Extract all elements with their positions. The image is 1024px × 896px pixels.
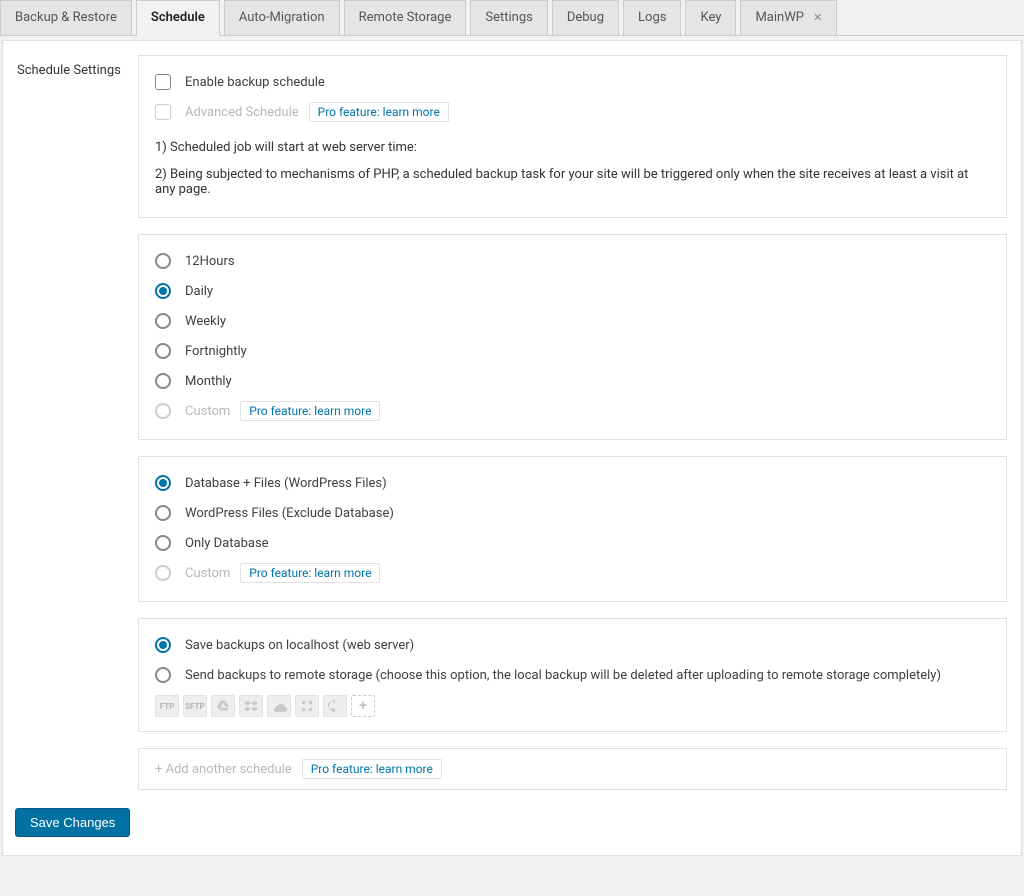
amazons3-icon[interactable]	[295, 695, 319, 717]
section-title: Schedule Settings	[3, 41, 138, 78]
close-icon[interactable]: ✕	[813, 11, 822, 24]
tab-bar: Backup & Restore Schedule Auto-Migration…	[0, 0, 1024, 36]
advanced-schedule-pro-link[interactable]: Pro feature: learn more	[309, 102, 449, 122]
tab-settings[interactable]: Settings	[470, 0, 547, 35]
frequency-monthly-label: Monthly	[185, 374, 232, 389]
backup-type-custom-radio	[155, 565, 171, 581]
advanced-schedule-label: Advanced Schedule	[185, 105, 299, 120]
enable-schedule-label: Enable backup schedule	[185, 75, 325, 90]
backup-type-custom-pro-link[interactable]: Pro feature: learn more	[240, 563, 380, 583]
tab-logs[interactable]: Logs	[623, 0, 681, 35]
backup-type-db-radio[interactable]	[155, 535, 171, 551]
dropbox-icon[interactable]	[239, 695, 263, 717]
destination-box: Save backups on localhost (web server) S…	[138, 618, 1007, 732]
tab-schedule[interactable]: Schedule	[136, 0, 220, 36]
tab-backup-restore[interactable]: Backup & Restore	[0, 0, 132, 35]
schedule-note-1: 1) Scheduled job will start at web serve…	[155, 134, 990, 161]
backup-type-files-radio[interactable]	[155, 505, 171, 521]
frequency-weekly-label: Weekly	[185, 314, 226, 329]
frequency-12hours-label: 12Hours	[185, 254, 235, 269]
schedule-note-2: 2) Being subjected to mechanisms of PHP,…	[155, 161, 990, 203]
frequency-custom-pro-link[interactable]: Pro feature: learn more	[240, 401, 380, 421]
frequency-daily-label: Daily	[185, 284, 213, 299]
schedule-enable-box: Enable backup schedule Advanced Schedule…	[138, 55, 1007, 218]
destination-local-radio[interactable]	[155, 637, 171, 653]
tab-key[interactable]: Key	[685, 0, 736, 35]
backup-type-dbfiles-radio[interactable]	[155, 475, 171, 491]
destination-local-label: Save backups on localhost (web server)	[185, 638, 414, 653]
ftp-icon[interactable]: FTP	[155, 695, 179, 717]
backup-type-db-label: Only Database	[185, 536, 269, 551]
frequency-custom-radio	[155, 403, 171, 419]
backup-type-dbfiles-label: Database + Files (WordPress Files)	[185, 476, 387, 491]
frequency-weekly-radio[interactable]	[155, 313, 171, 329]
tab-remote-storage[interactable]: Remote Storage	[344, 0, 467, 35]
destination-remote-label: Send backups to remote storage (choose t…	[185, 668, 941, 683]
frequency-custom-label: Custom	[185, 404, 230, 419]
tab-mainwp-label: MainWP	[755, 10, 804, 25]
footer-bar: Save Changes	[3, 790, 1021, 855]
tab-auto-migration[interactable]: Auto-Migration	[224, 0, 340, 35]
save-changes-button[interactable]: Save Changes	[15, 808, 130, 837]
frequency-12hours-radio[interactable]	[155, 253, 171, 269]
tab-debug[interactable]: Debug	[552, 0, 619, 35]
sftp-icon[interactable]: SFTP	[183, 695, 207, 717]
add-storage-icon[interactable]: +	[351, 695, 375, 717]
frequency-monthly-radio[interactable]	[155, 373, 171, 389]
destination-remote-radio[interactable]	[155, 667, 171, 683]
add-schedule-box: + Add another schedule Pro feature: lear…	[138, 748, 1007, 790]
googledrive-icon[interactable]	[211, 695, 235, 717]
backup-type-custom-label: Custom	[185, 566, 230, 581]
add-schedule-label: + Add another schedule	[155, 762, 292, 777]
add-schedule-pro-link[interactable]: Pro feature: learn more	[302, 759, 442, 779]
advanced-schedule-checkbox	[155, 104, 171, 120]
remote-storage-icons: FTP SFTP +	[155, 689, 990, 717]
frequency-daily-radio[interactable]	[155, 283, 171, 299]
enable-schedule-checkbox[interactable]	[155, 74, 171, 90]
frequency-box: 12Hours Daily Weekly Fortnightly	[138, 234, 1007, 440]
frequency-fortnightly-radio[interactable]	[155, 343, 171, 359]
onedrive-icon[interactable]	[267, 695, 291, 717]
tab-mainwp[interactable]: MainWP ✕	[740, 0, 837, 35]
backup-type-box: Database + Files (WordPress Files) WordP…	[138, 456, 1007, 602]
backup-type-files-label: WordPress Files (Exclude Database)	[185, 506, 394, 521]
digitalocean-icon[interactable]	[323, 695, 347, 717]
frequency-fortnightly-label: Fortnightly	[185, 344, 247, 359]
